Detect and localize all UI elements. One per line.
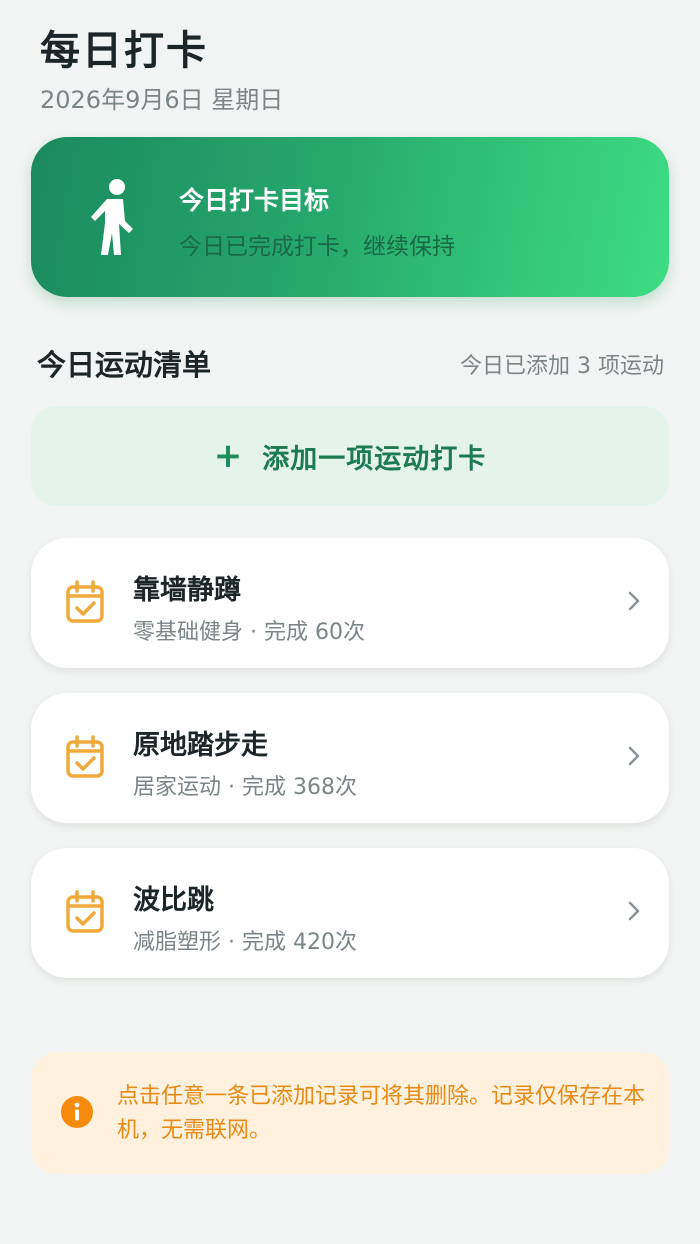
exercise-name: 靠墙静蹲 <box>133 575 241 606</box>
add-exercise-label: 添加一项运动打卡 <box>262 443 487 475</box>
info-icon <box>61 1096 93 1128</box>
add-exercise-button[interactable]: + 添加一项运动打卡 <box>31 406 669 506</box>
goal-subtitle: 今日已完成打卡，继续保持 <box>179 234 455 260</box>
page-title: 每日打卡 <box>40 28 208 74</box>
section-count: 今日已添加 3 项运动 <box>460 354 664 379</box>
exercise-item[interactable]: 波比跳 减脂塑形 · 完成 420次 <box>31 848 669 978</box>
calendar-check-icon <box>66 735 104 778</box>
info-notice: 点击任意一条已添加记录可将其删除。记录仅保存在本机，无需联网。 <box>31 1052 669 1174</box>
exercise-name: 原地踏步走 <box>133 730 268 761</box>
info-text: 点击任意一条已添加记录可将其删除。记录仅保存在本机，无需联网。 <box>117 1084 646 1143</box>
exercise-meta: 零基础健身 · 完成 60次 <box>133 620 365 645</box>
exercise-item[interactable]: 原地踏步走 居家运动 · 完成 368次 <box>31 693 669 823</box>
exercise-item[interactable]: 靠墙静蹲 零基础健身 · 完成 60次 <box>31 538 669 668</box>
chevron-right-icon <box>628 591 640 611</box>
page-date: 2026年9月6日 星期日 <box>40 86 284 114</box>
calendar-check-icon <box>66 890 104 933</box>
section-title: 今日运动清单 <box>37 348 212 382</box>
goal-title: 今日打卡目标 <box>179 186 330 215</box>
exercise-list: 靠墙静蹲 零基础健身 · 完成 60次 原地踏步走 居家运动 · 完成 368次 <box>31 538 669 1003</box>
goal-card: 今日打卡目标 今日已完成打卡，继续保持 <box>31 137 669 297</box>
exercise-meta: 居家运动 · 完成 368次 <box>133 775 357 800</box>
chevron-right-icon <box>628 746 640 766</box>
exercise-name: 波比跳 <box>133 885 214 916</box>
plus-icon: + <box>213 436 243 476</box>
chevron-right-icon <box>628 901 640 921</box>
exercise-meta: 减脂塑形 · 完成 420次 <box>133 930 357 955</box>
walking-person-icon <box>91 179 133 255</box>
page: 每日打卡 2026年9月6日 星期日 今日打卡目标 今日已完成打卡，继续保持 今… <box>0 0 700 1244</box>
calendar-check-icon <box>66 580 104 623</box>
